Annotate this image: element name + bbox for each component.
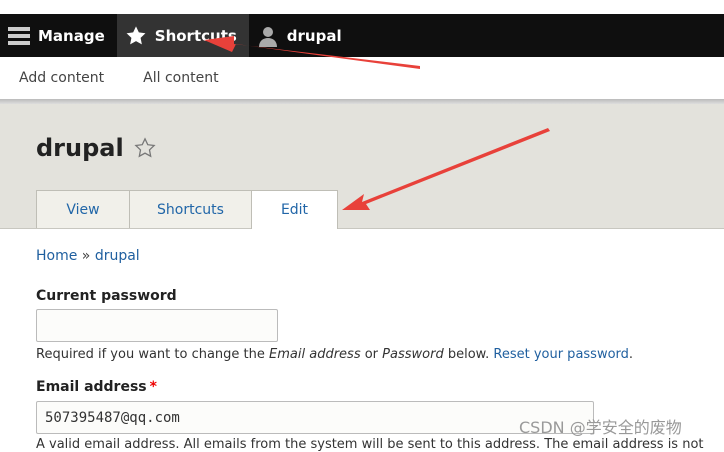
annotation-arrow-shortcuts: [204, 36, 420, 69]
annotation-arrow-edit: [342, 128, 550, 210]
annotation-arrows: [204, 36, 550, 210]
